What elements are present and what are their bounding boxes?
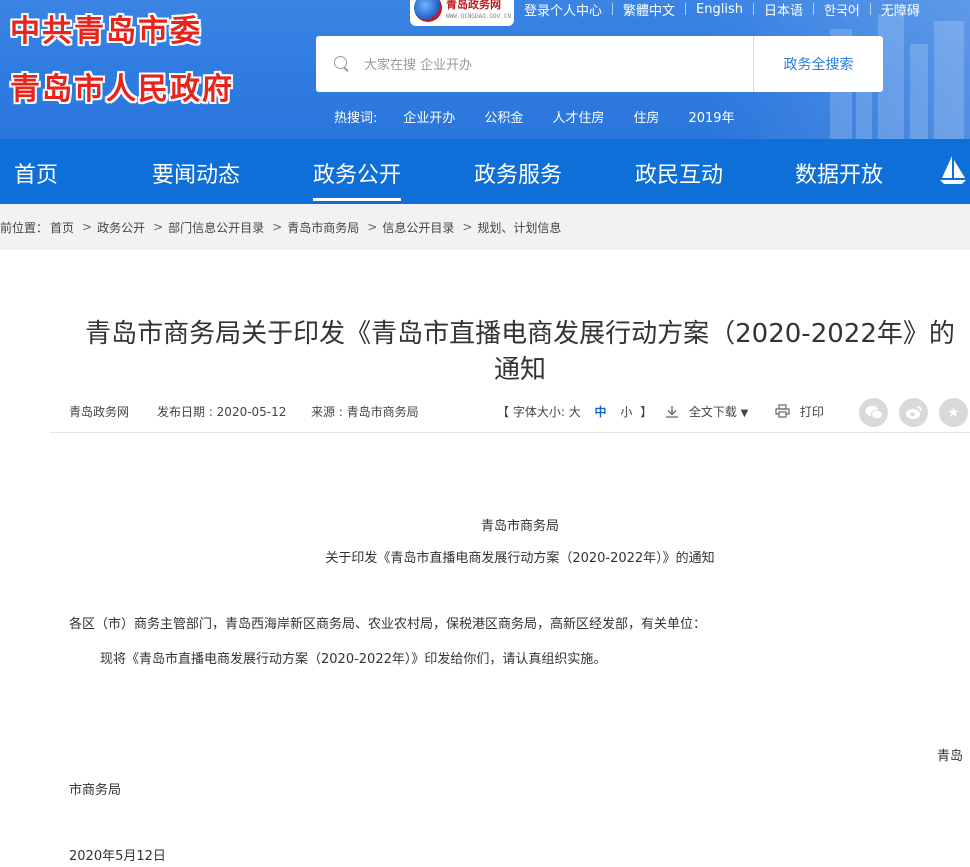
- breadcrumb-item[interactable]: 部门信息公开目录: [168, 219, 264, 236]
- nav-open-data[interactable]: 数据开放: [795, 157, 883, 189]
- wechat-icon: [865, 405, 883, 420]
- hot-search: 热搜词: 企业开办 公积金 人才住房 住房 2019年: [334, 107, 764, 126]
- meta-date: 发布日期 : 2020-05-12: [157, 405, 287, 419]
- hot-word[interactable]: 公积金: [484, 107, 523, 126]
- star-icon: ★: [947, 404, 960, 421]
- breadcrumb-item[interactable]: 青岛市商务局: [287, 219, 359, 236]
- search-icon: [334, 56, 347, 69]
- recipients: 各区（市）商务主管部门，青岛西海岸新区商务局、农业农村局，保税港区商务局，高新区…: [69, 617, 707, 632]
- globe-icon: [414, 0, 442, 22]
- signature-right: 青岛: [937, 749, 964, 764]
- font-size-label: 【 字体大小:: [497, 405, 565, 419]
- signature-left: 市商务局: [69, 783, 122, 798]
- login-link[interactable]: 登录个人中心: [514, 0, 612, 19]
- print-button[interactable]: 打印: [775, 403, 824, 420]
- issuer-heading: 青岛市商务局: [480, 519, 559, 534]
- nav-interaction[interactable]: 政民互动: [635, 157, 723, 189]
- hot-word[interactable]: 住房: [633, 107, 659, 126]
- english-link[interactable]: English: [686, 2, 753, 17]
- print-label: 打印: [799, 405, 824, 419]
- portal-badge[interactable]: 青岛政务网 WWW.QINGDAO.GOV.CN: [410, 0, 514, 26]
- search-input[interactable]: [362, 50, 746, 80]
- font-size-close: 】: [640, 405, 653, 419]
- nav-news[interactable]: 要闻动态: [152, 157, 240, 189]
- hot-search-label: 热搜词:: [334, 111, 378, 126]
- font-size-medium[interactable]: 中: [595, 405, 607, 419]
- breadcrumb-current[interactable]: 规划、计划信息: [477, 219, 561, 236]
- sailboat-icon[interactable]: [938, 154, 968, 186]
- portal-name: 青岛政务网: [446, 0, 501, 11]
- traditional-chinese-link[interactable]: 繁體中文: [613, 0, 685, 19]
- search-button[interactable]: 政务全搜索: [753, 36, 883, 92]
- hot-word[interactable]: 人才住房: [552, 107, 604, 126]
- breadcrumb-home[interactable]: 首页: [50, 219, 74, 236]
- accessibility-link[interactable]: 无障碍: [871, 0, 930, 19]
- font-size-large[interactable]: 大: [569, 405, 581, 419]
- portal-domain: WWW.QINGDAO.GOV.CN: [446, 13, 512, 20]
- breadcrumb-item[interactable]: 信息公开目录: [382, 219, 454, 236]
- wechat-share-button[interactable]: [859, 398, 888, 427]
- notice-subtitle: 关于印发《青岛市直播电商发展行动方案（2020-2022年）》的通知: [325, 551, 715, 566]
- download-label: 全文下载: [688, 405, 737, 419]
- org-name-government[interactable]: 青岛市人民政府: [10, 64, 234, 108]
- search-box: 政务全搜索: [316, 36, 883, 92]
- breadcrumb: 前位置： 首页 > 政务公开 > 部门信息公开目录 > 青岛市商务局 > 信息公…: [0, 204, 970, 250]
- article-title: 青岛市商务局关于印发《青岛市直播电商发展行动方案（2020-2022年》的 通知: [0, 316, 970, 388]
- chevron-right-icon: >: [153, 220, 164, 234]
- printer-icon: [775, 404, 790, 418]
- breadcrumb-item[interactable]: 政务公开: [97, 219, 145, 236]
- meta-divider: [50, 432, 970, 433]
- nav-gov-services[interactable]: 政务服务: [474, 157, 562, 189]
- breadcrumb-label: 前位置：: [0, 220, 49, 235]
- japanese-link[interactable]: 日本语: [754, 0, 813, 19]
- nav-gov-affairs-open[interactable]: 政务公开: [313, 157, 402, 201]
- font-size-control: 【 字体大小: 大 中 小 】: [497, 403, 652, 420]
- download-button[interactable]: 全文下载 ▼: [665, 403, 748, 420]
- chevron-right-icon: >: [82, 220, 93, 234]
- weibo-icon: [905, 406, 922, 419]
- signature-date: 2020年5月12日: [69, 849, 166, 864]
- org-name-party[interactable]: 中共青岛市委: [10, 6, 202, 50]
- hot-word[interactable]: 2019年: [688, 107, 734, 126]
- download-icon: [666, 406, 678, 418]
- article-title-line: 通知: [493, 355, 546, 385]
- favorite-share-button[interactable]: ★: [939, 398, 968, 427]
- skyline-building: [910, 44, 928, 139]
- meta-site: 青岛政务网: [69, 405, 130, 419]
- chevron-right-icon: >: [272, 220, 283, 234]
- nav-home[interactable]: 首页: [14, 157, 58, 189]
- article-title-line: 青岛市商务局关于印发《青岛市直播电商发展行动方案（2020-2022年》的: [85, 319, 955, 349]
- chevron-right-icon: >: [462, 220, 473, 234]
- body-paragraph: 现将《青岛市直播电商发展行动方案（2020-2022年）》印发给你们，请认真组织…: [100, 652, 607, 667]
- meta-source: 来源 : 青岛市商务局: [311, 405, 419, 419]
- font-size-small[interactable]: 小: [620, 405, 632, 419]
- chevron-right-icon: >: [367, 220, 378, 234]
- top-links: 登录个人中心 繁體中文 English 日本语 한국어 无障碍: [514, 0, 930, 19]
- korean-link[interactable]: 한국어: [814, 0, 870, 19]
- weibo-share-button[interactable]: [899, 398, 928, 427]
- site-header: 中共青岛市委 青岛市人民政府 青岛政务网 WWW.QINGDAO.GOV.CN …: [0, 0, 970, 139]
- hot-word[interactable]: 企业开办: [403, 107, 455, 126]
- skyline-building: [934, 21, 964, 139]
- caret-down-icon: ▼: [740, 408, 749, 419]
- main-nav: 首页 要闻动态 政务公开 政务服务 政民互动 数据开放: [0, 139, 970, 204]
